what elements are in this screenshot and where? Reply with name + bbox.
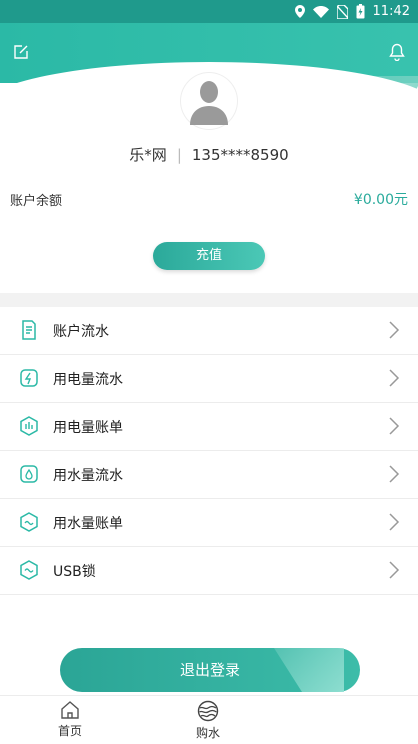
menu-item-label: USB锁 [53,564,96,580]
menu-item-electric-bill[interactable]: 用电量账单 [0,403,418,451]
menu-item-usb-lock[interactable]: USB锁 [0,547,418,595]
chevron-right-icon [389,369,400,387]
bell-icon [389,43,405,61]
balance-label: 账户余额 [10,194,63,209]
avatar[interactable] [181,73,237,129]
menu-item-label: 用水量流水 [53,468,123,484]
menu-item-label: 用电量流水 [53,372,123,388]
menu-item-water-flow[interactable]: 用水量流水 [0,451,418,499]
user-name: 乐*网 [129,146,167,164]
edit-button[interactable] [10,41,32,63]
no-sim-icon [336,4,348,19]
chevron-right-icon [389,561,400,579]
separator: | [176,146,182,164]
usb-lock-icon [20,560,38,580]
menu-item-label: 用电量账单 [53,420,123,436]
tab-home[interactable]: 首页 [40,700,100,739]
chevron-right-icon [389,321,400,339]
water-flow-icon [20,465,38,483]
status-bar: 11:42 [0,0,418,23]
menu-item-label: 用水量账单 [53,516,123,532]
user-silhouette-icon [190,81,228,125]
status-time: 11:42 [372,4,410,19]
electric-bill-icon [20,416,38,436]
edit-icon [14,45,28,59]
user-info: 乐*网 | 135****8590 [0,144,418,165]
menu-list: 账户流水 用电量流水 用电量账单 用水量流水 用水量账单 USB锁 [0,307,418,595]
home-icon [61,701,79,719]
recharge-button[interactable]: 充值 [153,242,265,270]
notification-button[interactable] [386,41,408,63]
chevron-right-icon [389,417,400,435]
wifi-icon [312,5,329,18]
electric-flow-icon [20,369,38,387]
tab-label: 首页 [57,724,82,738]
tab-label: 购水 [195,726,220,740]
water-globe-icon [197,700,219,722]
menu-item-account-flow[interactable]: 账户流水 [0,307,418,355]
water-bill-icon [20,512,38,532]
tab-bar: 首页 购水 [0,695,418,744]
chevron-right-icon [389,513,400,531]
tab-buy-water[interactable]: 购水 [178,700,238,741]
chevron-right-icon [389,465,400,483]
balance-row: 账户余额 ¥0.00元 [0,188,418,210]
user-phone: 135****8590 [191,146,289,164]
menu-item-electric-flow[interactable]: 用电量流水 [0,355,418,403]
section-divider [0,293,418,307]
location-icon [294,5,305,18]
status-icons: 11:42 [294,3,410,20]
menu-item-label: 账户流水 [53,324,109,340]
battery-icon [356,4,365,19]
ledger-icon [22,320,36,340]
balance-value: ¥0.00元 [353,192,408,208]
menu-item-water-bill[interactable]: 用水量账单 [0,499,418,547]
